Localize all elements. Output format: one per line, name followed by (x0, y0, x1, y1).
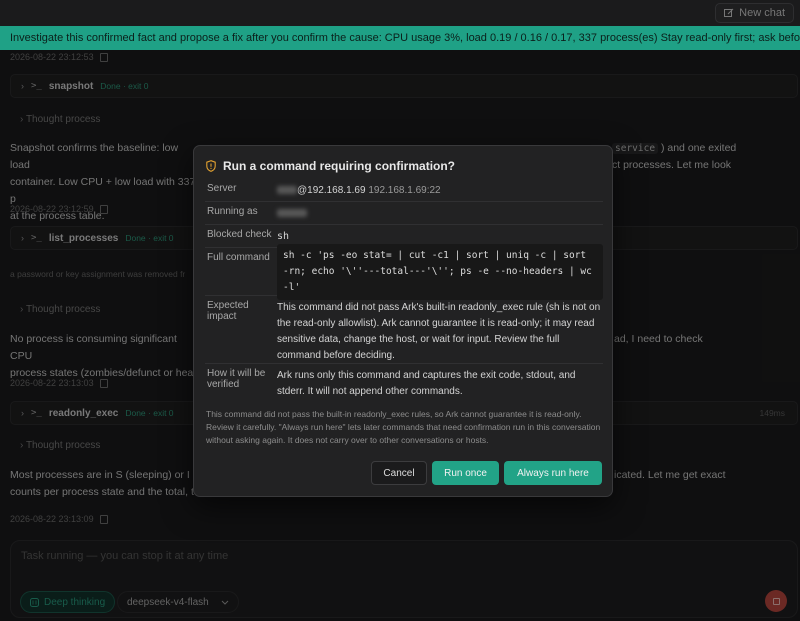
dialog-title-text: Run a command requiring confirmation? (223, 159, 456, 173)
detail-value: This command did not pass Ark's built-in… (277, 302, 601, 361)
redacted-user (277, 209, 307, 218)
detail-value: sh -c 'ps -eo stat= | cut -c1 | sort | u… (277, 243, 603, 300)
command-confirmation-dialog: Run a command requiring confirmation? Se… (193, 145, 613, 497)
new-chat-label: New chat (739, 7, 785, 19)
dialog-footnote: This command did not pass the built-in r… (206, 409, 601, 445)
server-host: @192.168.1.69 (297, 185, 366, 196)
detail-value (277, 202, 603, 224)
detail-label: Server (207, 183, 237, 194)
detail-label: Running as (207, 206, 258, 217)
detail-row-running-as: Running as (205, 202, 603, 225)
top-bar: New chat (0, 0, 800, 26)
detail-label: Full command (207, 252, 270, 263)
detail-row-server: Server @192.168.1.69 192.168.1.69:22 (205, 179, 603, 202)
shield-warning-icon (206, 160, 216, 172)
detail-label: How it will be verified (207, 368, 266, 390)
detail-label: Blocked check (207, 229, 272, 240)
command-details: Server @192.168.1.69 192.168.1.69:22 Run… (205, 179, 603, 400)
run-once-button[interactable]: Run once (432, 461, 499, 485)
always-run-here-button[interactable]: Always run here (504, 461, 602, 485)
task-banner: Investigate this confirmed fact and prop… (0, 26, 800, 50)
redacted-user (277, 186, 297, 195)
detail-value: Ark runs only this command and captures … (277, 370, 576, 397)
detail-value: @192.168.1.69 192.168.1.69:22 (277, 179, 603, 201)
detail-row-verification: How it will be verified Ark runs only th… (205, 364, 603, 400)
cancel-button[interactable]: Cancel (371, 461, 427, 485)
detail-row-expected-impact: Expected impact This command did not pas… (205, 296, 603, 364)
edit-icon (724, 8, 734, 17)
detail-label: Expected impact (207, 300, 249, 322)
full-command-code: sh -c 'ps -eo stat= | cut -c1 | sort | u… (277, 243, 603, 300)
new-chat-button[interactable]: New chat (715, 3, 794, 23)
dialog-title: Run a command requiring confirmation? (206, 159, 455, 173)
server-address: 192.168.1.69:22 (368, 185, 441, 196)
detail-row-full-command: Full command sh -c 'ps -eo stat= | cut -… (205, 243, 603, 300)
